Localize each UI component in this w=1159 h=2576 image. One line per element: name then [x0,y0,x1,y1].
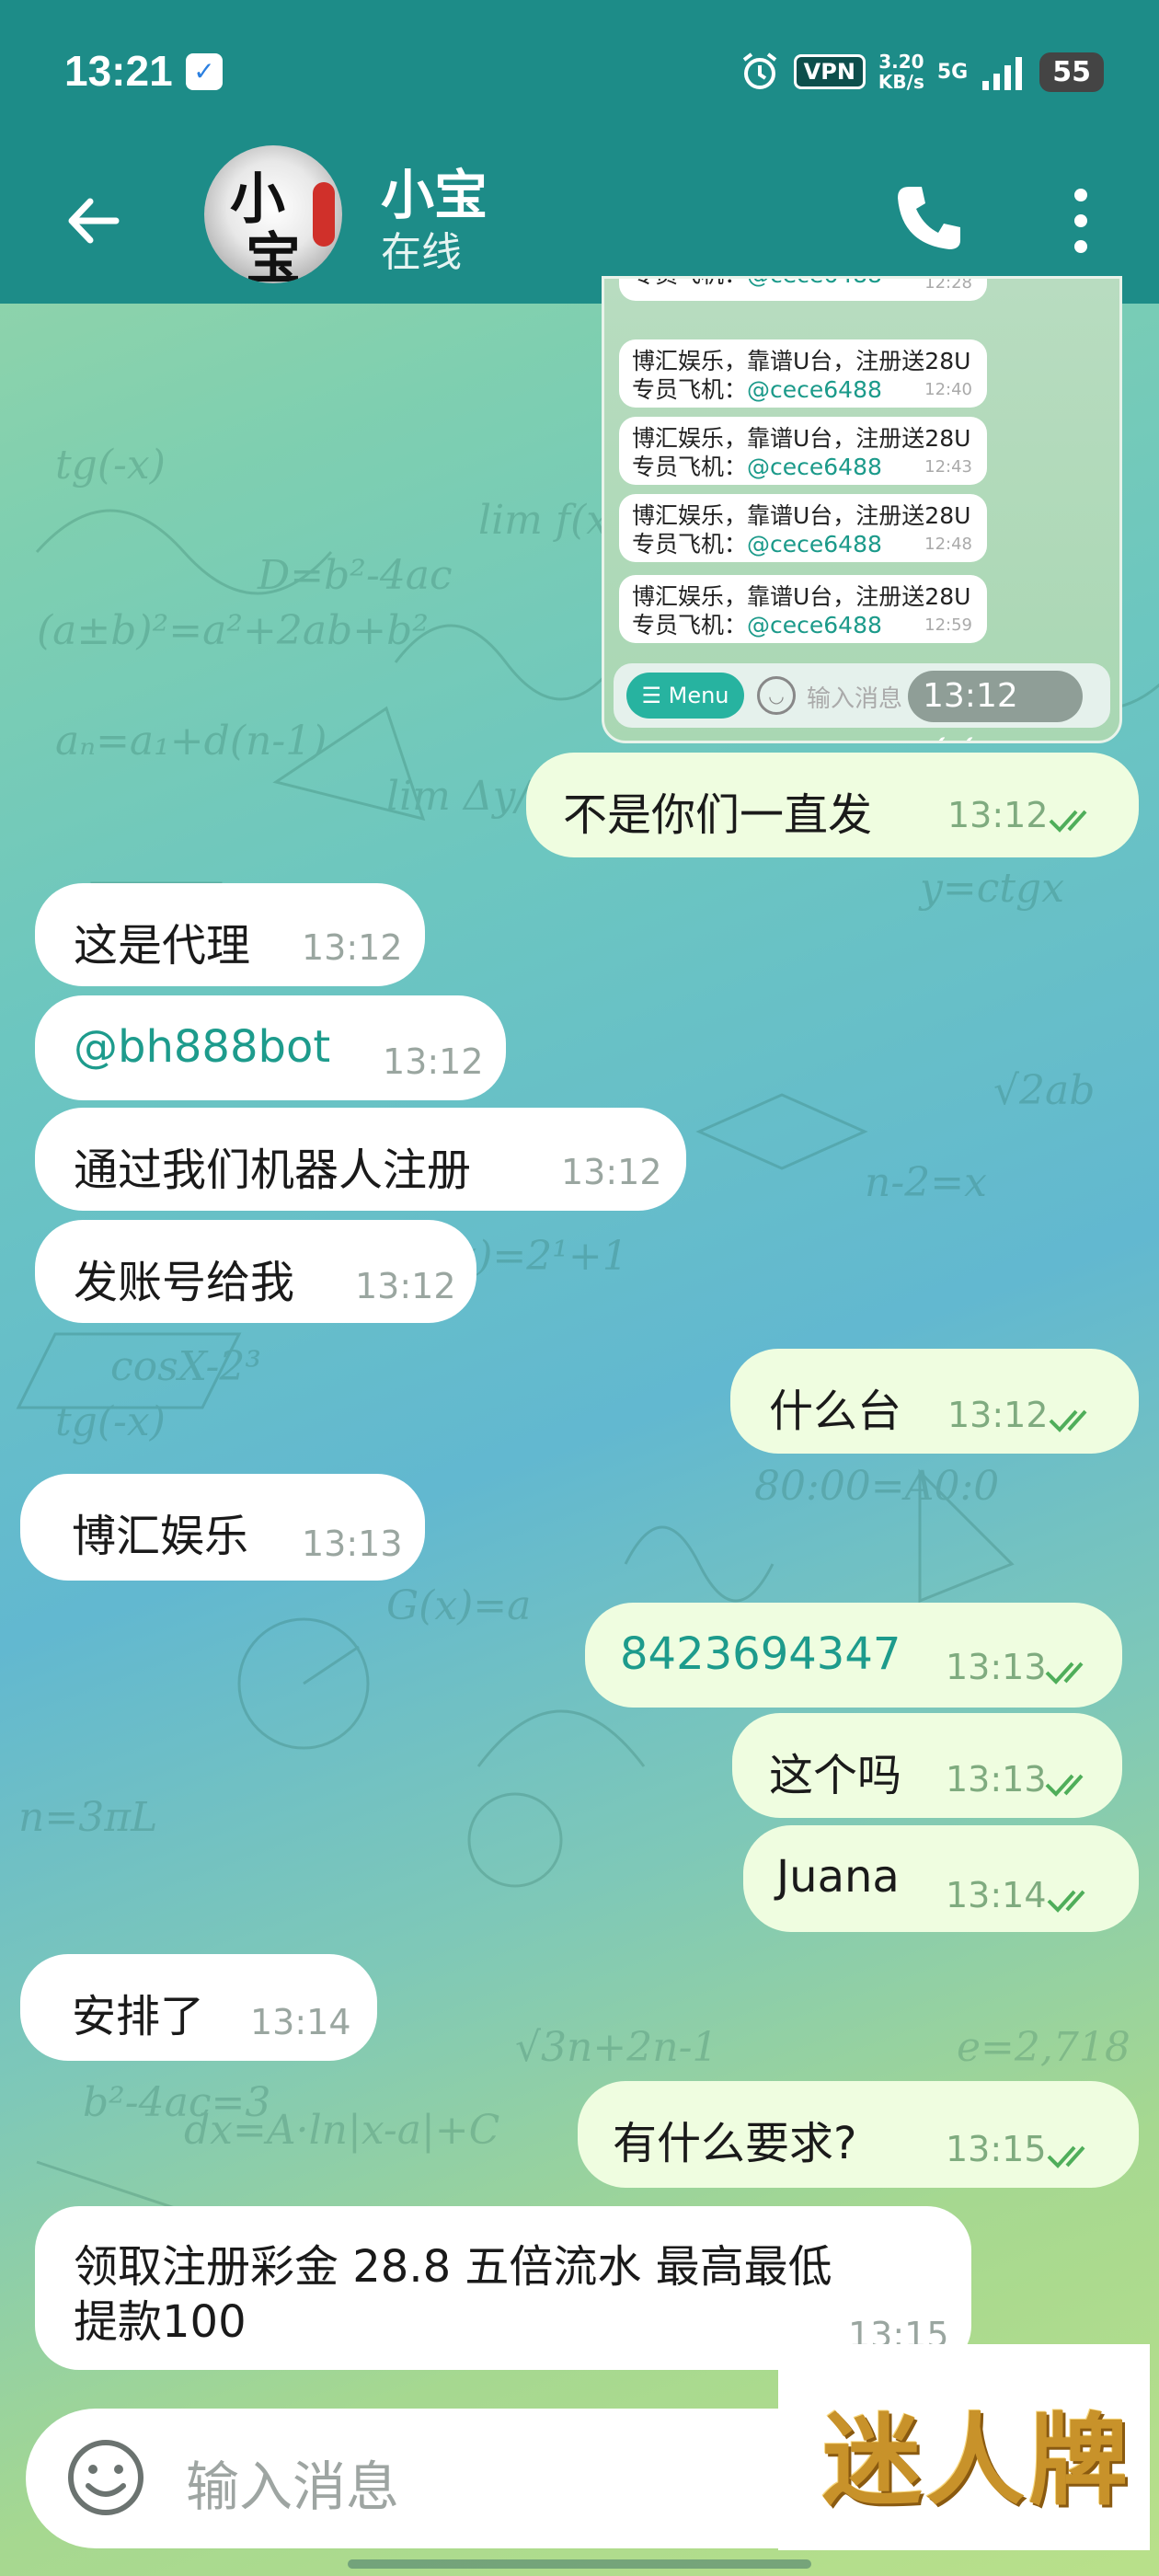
message-bubble-outgoing[interactable]: 有什么要求? 13:15 [578,2081,1139,2188]
embedded-message: 博汇娱乐，靠谱U台，注册送28U 专员飞机：@cece6488 12:59 [619,575,987,643]
message-input[interactable]: 输入消息 [186,2444,399,2521]
embedded-time-overlay: 13:12 ✓✓ [908,671,1083,741]
double-check-icon [1047,2145,1085,2168]
bot-mention-link[interactable]: @bh888bot [74,1021,330,1073]
double-check-icon [1049,1409,1087,1432]
message-bubble-incoming[interactable]: 发账号给我 13:12 [35,1220,476,1323]
svg-text:aₙ=a₁+d(n-1): aₙ=a₁+d(n-1) [55,718,327,765]
network-type: 5G [936,60,969,84]
more-vertical-icon[interactable] [1065,184,1096,258]
phone-icon[interactable] [890,179,968,257]
double-check-icon [1049,810,1087,833]
double-check-icon [1047,1890,1085,1913]
svg-text:tg(-x): tg(-x) [55,442,166,489]
svg-text:G(x)=a: G(x)=a [386,1582,531,1629]
chat-screen: tg(-x) (a±b)²=a²+2ab+b² D=b²-4ac aₙ=a₁+d… [0,0,1159,2576]
svg-text:D=b²-4ac: D=b²-4ac [257,552,453,599]
embedded-input-placeholder: 输入消息 [807,685,903,713]
watermark-text: 迷人牌 [822,2403,1132,2519]
avatar-red-stroke [313,182,335,247]
app-notification-icon: ✓ [186,53,223,90]
message-bubble-incoming[interactable]: 安排了 13:14 [20,1954,377,2061]
message-bubble-outgoing[interactable]: 这个吗 13:13 [732,1713,1122,1818]
smile-icon[interactable] [64,2436,147,2519]
double-check-icon [1045,1662,1084,1685]
vpn-badge: VPN [793,54,866,89]
embedded-message: 博汇娱乐，靠谱U台，注册送28U 专员飞机：@cece6488 12:40 [619,339,987,408]
arrow-left-icon[interactable] [61,189,125,253]
contact-name[interactable]: 小宝 [381,152,488,229]
svg-text:dx=A·ln|x-a|+C: dx=A·ln|x-a|+C [184,2107,499,2154]
embedded-input-bar: ☰ Menu ◡ 输入消息 13:12 ✓✓ [614,663,1110,741]
message-bubble-incoming[interactable]: @bh888bot 13:12 [35,995,506,1100]
embedded-message: 博汇娱乐，靠谱U台，注册送28U 专员飞机：@cece6488 12:43 [619,417,987,485]
svg-text:80:00=A0:0: 80:00=A0:0 [754,1463,999,1510]
status-bar: 13:21 ✓ VPN 3.20 KB/s 5G 55 [0,0,1159,138]
svg-text:e=2,718: e=2,718 [957,2024,1130,2071]
message-bubble-outgoing[interactable]: 8423694347 13:13 [585,1603,1122,1708]
embedded-message: 博汇娱乐，靠谱U台，注册送28U 专员飞机：@cece6488 12:48 [619,494,987,562]
svg-text:y=ctgx: y=ctgx [918,865,1064,912]
message-bubble-incoming[interactable]: 这是代理 13:12 [35,883,425,986]
contact-status: 在线 [381,229,462,276]
alarm-icon [742,52,776,89]
message-bubble-incoming[interactable]: 通过我们机器人注册 13:12 [35,1108,686,1211]
home-indicator[interactable] [348,2559,811,2569]
message-bubble-outgoing[interactable]: 什么台 13:12 [730,1349,1139,1454]
svg-text:√3n+2n-1: √3n+2n-1 [515,2024,717,2071]
number-link[interactable]: 8423694347 [620,1628,901,1680]
svg-text:(a±b)²=a²+2ab+b²: (a±b)²=a²+2ab+b² [37,607,429,654]
message-bubble-outgoing[interactable]: Juana 13:14 [743,1825,1139,1932]
svg-text:√2ab: √2ab [993,1067,1095,1114]
embedded-message: 专员飞机：@cece6488 12:28 [619,279,987,301]
message-bubble-incoming[interactable]: 博汇娱乐 13:13 [20,1474,425,1581]
svg-text:tg(-x): tg(-x) [55,1398,166,1445]
status-icons: VPN 3.20 KB/s 5G 55 [739,46,1104,98]
svg-text:n-2=x: n-2=x [865,1159,987,1206]
double-check-icon [1045,1774,1084,1797]
message-bubble-outgoing[interactable]: 不是你们一直发 13:12 [526,753,1139,857]
avatar-char-2: 宝 [246,227,301,283]
avatar[interactable]: 小 宝 [204,145,342,283]
svg-text:cosX-2³: cosX-2³ [110,1343,261,1390]
svg-text:n=3πL: n=3πL [18,1794,157,1841]
signal-icon [982,57,1023,90]
embedded-smile-icon: ◡ [757,676,796,715]
battery-indicator: 55 [1039,52,1104,92]
shared-screenshot-image[interactable]: 专员飞机：@cece6488 12:28 博汇娱乐，靠谱U台，注册送28U 专员… [602,276,1122,743]
clock: 13:21 [64,47,173,95]
watermark-logo: 迷人牌 [778,2344,1150,2550]
network-speed: 3.20 KB/s [878,51,924,93]
embedded-menu-button: ☰ Menu [626,673,744,719]
